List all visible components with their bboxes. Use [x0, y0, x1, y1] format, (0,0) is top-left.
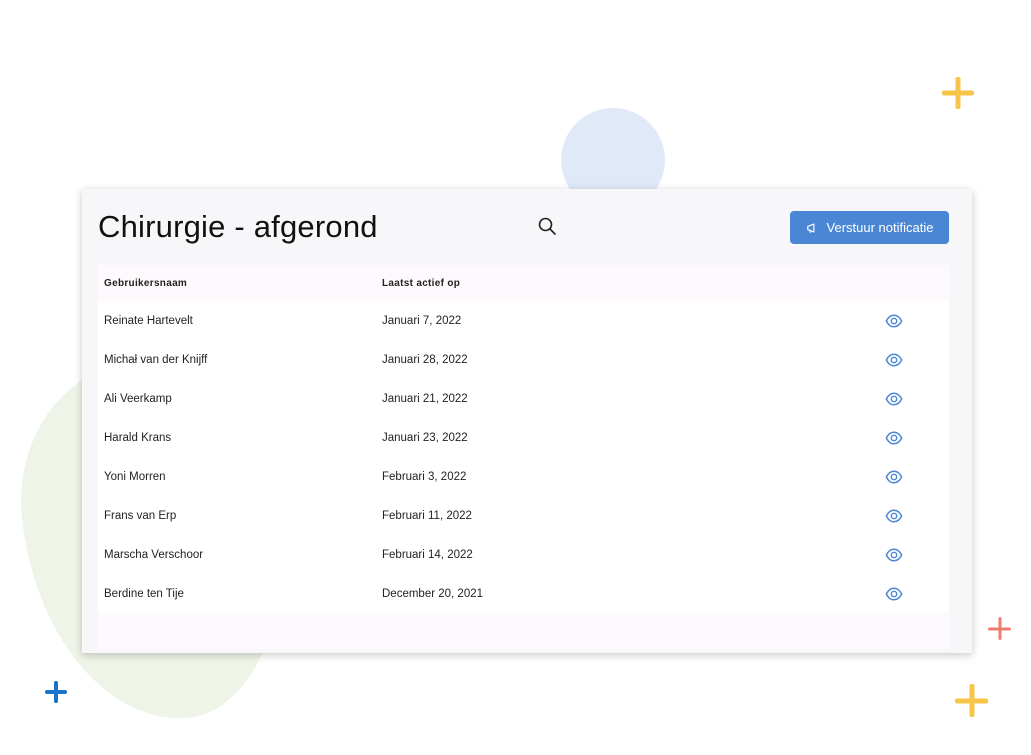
user-name: Berdine ten Tije [104, 587, 184, 600]
users-table: Gebruikersnaam Laatst actief op Reinate … [98, 265, 949, 649]
table-row: Frans van Erp Februari 11, 2022 [98, 496, 949, 535]
last-active-date: Februari 11, 2022 [382, 509, 472, 522]
user-name: Michał van der Knijff [104, 353, 208, 366]
users-card: Chirurgie - afgerond Verstuur notificati… [82, 189, 972, 653]
column-header-username: Gebruikersnaam [104, 277, 188, 289]
eye-icon[interactable] [885, 390, 903, 408]
eye-icon[interactable] [885, 312, 903, 330]
column-header-last-active: Laatst actief op [382, 277, 461, 289]
megaphone-icon [806, 222, 814, 233]
user-name: Frans van Erp [104, 509, 177, 522]
last-active-date: Februari 14, 2022 [382, 548, 473, 561]
plus-icon-red [988, 617, 1011, 640]
table-header: Gebruikersnaam Laatst actief op [98, 265, 949, 301]
eye-icon[interactable] [885, 507, 903, 525]
user-name: Reinate Hartevelt [104, 314, 193, 327]
table-row: Reinate Hartevelt Januari 7, 2022 [98, 301, 949, 340]
table-row: Michał van der Knijff Januari 28, 2022 [98, 340, 949, 379]
last-active-date: Januari 7, 2022 [382, 314, 462, 327]
eye-icon[interactable] [885, 351, 903, 369]
plus-icon-yellow-bottom [955, 684, 988, 717]
eye-icon[interactable] [885, 585, 903, 603]
last-active-date: Januari 28, 2022 [382, 353, 468, 366]
table-footer [98, 613, 949, 649]
table-body: Reinate Hartevelt Januari 7, 2022 Michał… [98, 301, 949, 613]
eye-icon[interactable] [885, 429, 903, 447]
last-active-date: December 20, 2021 [382, 587, 484, 600]
user-name: Harald Krans [104, 431, 172, 444]
last-active-date: Januari 23, 2022 [382, 431, 468, 444]
table-row: Harald Krans Januari 23, 2022 [98, 418, 949, 457]
send-notification-button[interactable]: Verstuur notificatie [790, 211, 949, 244]
eye-icon[interactable] [885, 546, 903, 564]
last-active-date: Februari 3, 2022 [382, 470, 467, 483]
user-name: Marscha Verschoor [104, 548, 204, 561]
plus-icon-blue [45, 681, 67, 703]
search-icon[interactable] [537, 216, 557, 236]
last-active-date: Januari 21, 2022 [382, 392, 468, 405]
user-name: Ali Veerkamp [104, 392, 172, 405]
table-row: Berdine ten Tije December 20, 2021 [98, 574, 949, 613]
user-name: Yoni Morren [104, 470, 166, 483]
plus-icon-yellow-top [942, 77, 974, 109]
eye-icon[interactable] [885, 468, 903, 486]
page-title: Chirurgie - afgerond [98, 209, 378, 244]
send-notification-label: Verstuur notificatie [826, 220, 934, 235]
table-row: Marscha Verschoor Februari 14, 2022 [98, 535, 949, 574]
table-row: Ali Veerkamp Januari 21, 2022 [98, 379, 949, 418]
table-row: Yoni Morren Februari 3, 2022 [98, 457, 949, 496]
